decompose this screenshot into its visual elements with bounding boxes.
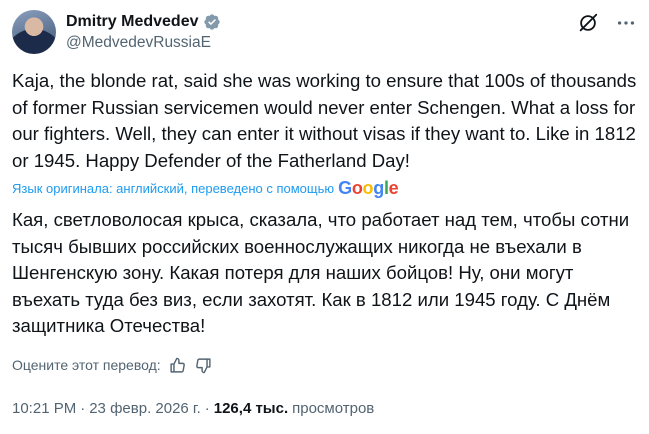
thumbs-up-icon[interactable] bbox=[169, 356, 187, 374]
tweet-meta: 10:21 PM · 23 февр. 2026 г. · 126,4 тыс.… bbox=[12, 400, 374, 417]
views-count: 126,4 тыс. bbox=[213, 400, 289, 417]
verified-badge-icon bbox=[203, 14, 220, 30]
header-actions bbox=[577, 12, 637, 34]
author-name-row: Dmitry Medvedev bbox=[66, 13, 221, 31]
tweet-time[interactable]: 10:21 PM bbox=[12, 400, 76, 417]
rate-translation-label: Оцените этот перевод: bbox=[12, 357, 161, 373]
meta-separator: · bbox=[80, 400, 86, 417]
views-label: просмотров bbox=[292, 400, 375, 417]
avatar[interactable] bbox=[12, 10, 56, 54]
thumbs-down-icon[interactable] bbox=[195, 356, 213, 374]
grok-icon[interactable] bbox=[577, 12, 599, 34]
translation-label[interactable]: Язык оригинала: английский, переведено с… bbox=[12, 181, 334, 196]
author-handle[interactable]: @MedvedevRussiaE bbox=[66, 34, 211, 52]
rate-translation-row: Оцените этот перевод: bbox=[12, 356, 213, 374]
tweet-date[interactable]: 23 февр. 2026 г. bbox=[89, 400, 201, 417]
translated-text: Кая, светловолосая крыса, сказала, что р… bbox=[12, 209, 630, 336]
google-logo: Google bbox=[338, 178, 399, 198]
more-icon[interactable] bbox=[615, 12, 637, 34]
translation-attribution[interactable]: Язык оригинала: английский, переведено с… bbox=[12, 178, 399, 199]
tweet-header: Dmitry Medvedev @MedvedevRussiaE bbox=[12, 10, 637, 58]
author-name[interactable]: Dmitry Medvedev bbox=[66, 13, 199, 31]
tweet-text: Kaja, the blonde rat, said she was worki… bbox=[12, 70, 637, 171]
meta-separator: · bbox=[204, 400, 210, 417]
